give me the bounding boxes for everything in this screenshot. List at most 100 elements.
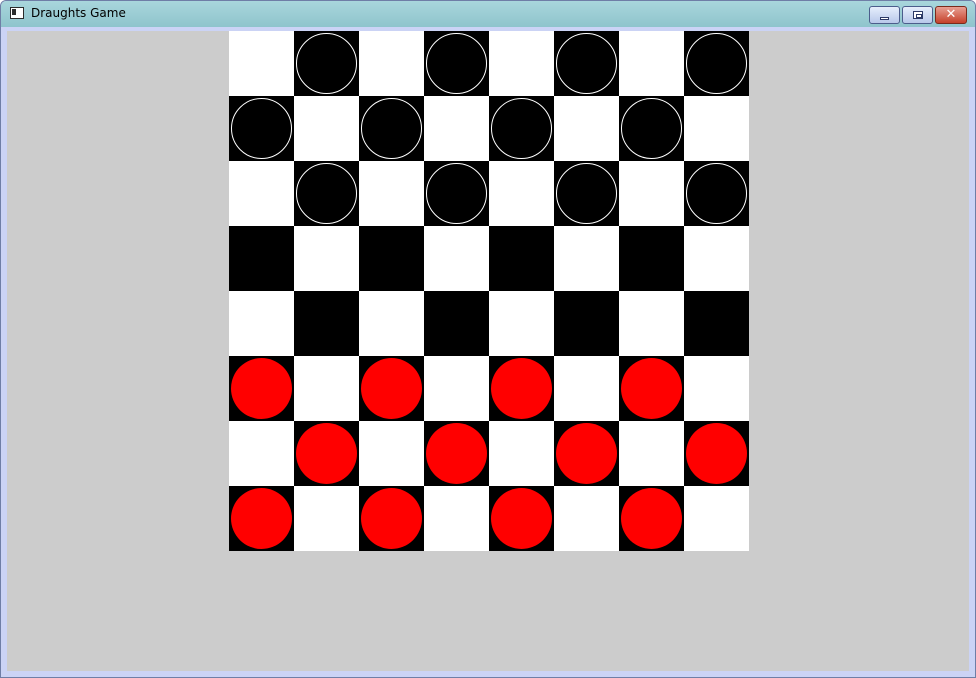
red-piece[interactable] — [361, 358, 422, 419]
black-piece[interactable] — [686, 33, 747, 94]
board-square[interactable] — [489, 96, 554, 161]
draughts-board — [229, 31, 749, 551]
black-piece[interactable] — [686, 163, 747, 224]
red-piece[interactable] — [296, 423, 357, 484]
board-square[interactable] — [424, 486, 489, 551]
board-square[interactable] — [359, 226, 424, 291]
board-square[interactable] — [554, 161, 619, 226]
board-square[interactable] — [229, 421, 294, 486]
black-piece[interactable] — [231, 98, 292, 159]
board-square[interactable] — [424, 291, 489, 356]
black-piece[interactable] — [621, 98, 682, 159]
board-square[interactable] — [684, 421, 749, 486]
board-square[interactable] — [684, 291, 749, 356]
board-square[interactable] — [619, 356, 684, 421]
board-square[interactable] — [619, 291, 684, 356]
board-square[interactable] — [489, 226, 554, 291]
board-square[interactable] — [294, 421, 359, 486]
board-square[interactable] — [554, 96, 619, 161]
board-square[interactable] — [424, 356, 489, 421]
board-square[interactable] — [359, 421, 424, 486]
board-square[interactable] — [619, 421, 684, 486]
board-square[interactable] — [294, 31, 359, 96]
board-square[interactable] — [294, 226, 359, 291]
red-piece[interactable] — [556, 423, 617, 484]
window-title: Draughts Game — [31, 6, 126, 20]
board-square[interactable] — [229, 161, 294, 226]
board-square[interactable] — [424, 96, 489, 161]
red-piece[interactable] — [491, 358, 552, 419]
board-square[interactable] — [229, 96, 294, 161]
red-piece[interactable] — [231, 488, 292, 549]
board-square[interactable] — [359, 96, 424, 161]
black-piece[interactable] — [556, 33, 617, 94]
board-square[interactable] — [489, 161, 554, 226]
board-square[interactable] — [554, 291, 619, 356]
close-button[interactable]: ✕ — [935, 6, 967, 24]
black-piece[interactable] — [556, 163, 617, 224]
board-square[interactable] — [359, 31, 424, 96]
board-square[interactable] — [684, 226, 749, 291]
board-square[interactable] — [619, 96, 684, 161]
red-piece[interactable] — [621, 358, 682, 419]
minimize-button[interactable] — [869, 6, 900, 24]
board-square[interactable] — [554, 486, 619, 551]
board-square[interactable] — [229, 31, 294, 96]
maximize-icon — [913, 11, 923, 19]
board-square[interactable] — [619, 161, 684, 226]
board-square[interactable] — [489, 356, 554, 421]
board-square[interactable] — [359, 356, 424, 421]
board-square[interactable] — [619, 226, 684, 291]
red-piece[interactable] — [621, 488, 682, 549]
black-piece[interactable] — [426, 33, 487, 94]
red-piece[interactable] — [686, 423, 747, 484]
red-piece[interactable] — [426, 423, 487, 484]
board-square[interactable] — [554, 31, 619, 96]
board-square[interactable] — [489, 486, 554, 551]
red-piece[interactable] — [491, 488, 552, 549]
board-square[interactable] — [359, 291, 424, 356]
board-square[interactable] — [229, 356, 294, 421]
red-piece[interactable] — [231, 358, 292, 419]
board-square[interactable] — [229, 486, 294, 551]
game-canvas — [7, 31, 969, 671]
title-bar[interactable]: Draughts Game ✕ — [1, 1, 975, 27]
black-piece[interactable] — [491, 98, 552, 159]
board-square[interactable] — [359, 486, 424, 551]
close-icon: ✕ — [945, 7, 957, 22]
board-square[interactable] — [619, 486, 684, 551]
board-square[interactable] — [229, 226, 294, 291]
board-square[interactable] — [684, 31, 749, 96]
board-square[interactable] — [424, 421, 489, 486]
board-square[interactable] — [684, 356, 749, 421]
board-square[interactable] — [619, 31, 684, 96]
minimize-icon — [880, 17, 889, 20]
board-square[interactable] — [294, 161, 359, 226]
board-square[interactable] — [684, 96, 749, 161]
board-square[interactable] — [229, 291, 294, 356]
board-square[interactable] — [294, 356, 359, 421]
board-square[interactable] — [554, 226, 619, 291]
board-square[interactable] — [424, 161, 489, 226]
board-square[interactable] — [489, 421, 554, 486]
board-square[interactable] — [294, 96, 359, 161]
black-piece[interactable] — [361, 98, 422, 159]
black-piece[interactable] — [296, 33, 357, 94]
board-square[interactable] — [424, 31, 489, 96]
board-square[interactable] — [359, 161, 424, 226]
board-square[interactable] — [489, 291, 554, 356]
board-square[interactable] — [294, 291, 359, 356]
black-piece[interactable] — [296, 163, 357, 224]
app-window: Draughts Game ✕ — [0, 0, 976, 678]
board-square[interactable] — [424, 226, 489, 291]
board-square[interactable] — [684, 486, 749, 551]
maximize-button[interactable] — [902, 6, 933, 24]
board-square[interactable] — [684, 161, 749, 226]
black-piece[interactable] — [426, 163, 487, 224]
board-square[interactable] — [554, 356, 619, 421]
board-square[interactable] — [554, 421, 619, 486]
board-square[interactable] — [294, 486, 359, 551]
board-square[interactable] — [489, 31, 554, 96]
window-app-icon[interactable] — [10, 7, 24, 19]
red-piece[interactable] — [361, 488, 422, 549]
